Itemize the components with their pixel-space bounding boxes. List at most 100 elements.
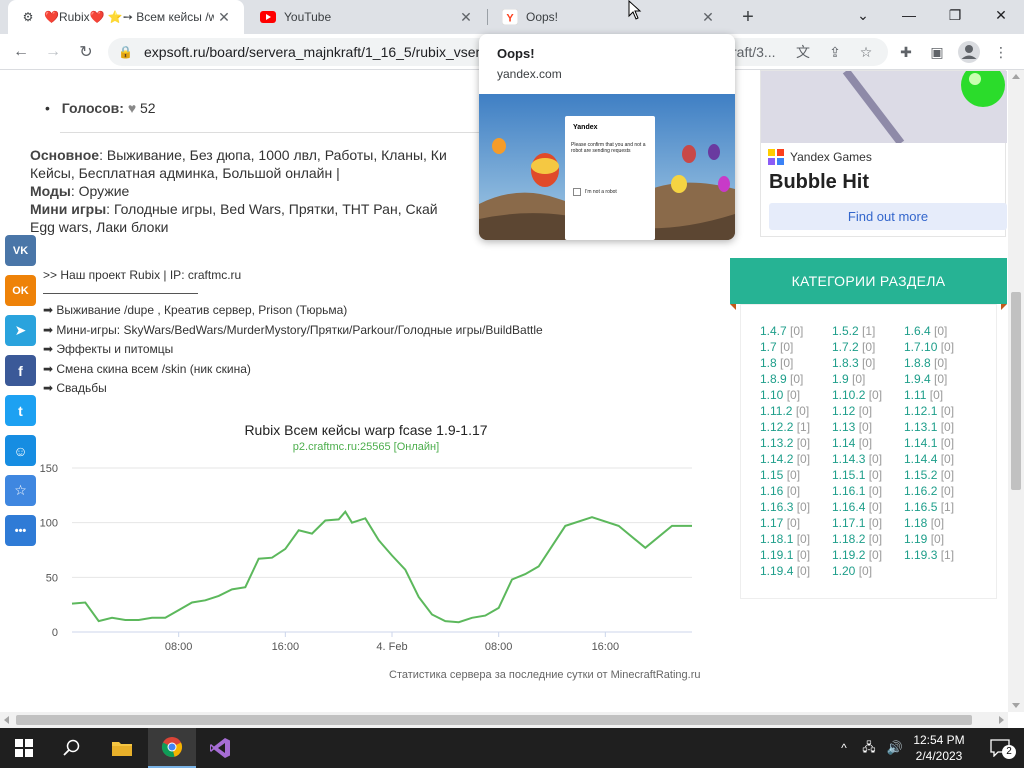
category-version[interactable]: 1.8.3 <box>832 356 859 370</box>
category-item[interactable]: 1.12.2 [1] <box>760 420 810 434</box>
category-item[interactable]: 1.18 [0] <box>904 516 944 530</box>
side-panel-icon[interactable]: ▣ <box>924 39 950 65</box>
bookmark-star-icon[interactable]: ☆ <box>853 39 879 65</box>
category-item[interactable]: 1.14 [0] <box>832 436 872 450</box>
category-item[interactable]: 1.14.3 [0] <box>832 452 882 466</box>
category-item[interactable]: 1.19.1 [0] <box>760 548 810 562</box>
category-version[interactable]: 1.16.4 <box>832 500 865 514</box>
category-item[interactable]: 1.8.8 [0] <box>904 356 947 370</box>
category-version[interactable]: 1.10.2 <box>832 388 865 402</box>
category-version[interactable]: 1.19.2 <box>832 548 865 562</box>
category-version[interactable]: 1.7.10 <box>904 340 937 354</box>
category-item[interactable]: 1.9.4 [0] <box>904 372 947 386</box>
chrome-taskbar-icon[interactable] <box>148 728 196 768</box>
category-item[interactable]: 1.16.3 [0] <box>760 500 810 514</box>
category-version[interactable]: 1.15 <box>760 468 783 482</box>
category-version[interactable]: 1.14 <box>832 436 855 450</box>
tab-search-icon[interactable]: ⌄ <box>840 0 886 30</box>
category-item[interactable]: 1.18.1 [0] <box>760 532 810 546</box>
category-version[interactable]: 1.20 <box>832 564 855 578</box>
category-item[interactable]: 1.12 [0] <box>832 404 872 418</box>
category-version[interactable]: 1.17 <box>760 516 783 530</box>
category-version[interactable]: 1.10 <box>760 388 783 402</box>
category-version[interactable]: 1.4.7 <box>760 324 787 338</box>
clock[interactable]: 12:54 PM 2/4/2023 <box>910 732 968 764</box>
category-item[interactable]: 1.14.4 [0] <box>904 452 954 466</box>
category-item[interactable]: 1.19.3 [1] <box>904 548 954 562</box>
category-item[interactable]: 1.7.2 [0] <box>832 340 875 354</box>
horizontal-scrollbar[interactable] <box>0 712 1008 728</box>
category-version[interactable]: 1.16.3 <box>760 500 793 514</box>
ad-card[interactable]: Yandex Games Bubble Hit Find out more <box>760 70 1007 237</box>
category-item[interactable]: 1.14.1 [0] <box>904 436 954 450</box>
category-item[interactable]: 1.13.2 [0] <box>760 436 810 450</box>
category-version[interactable]: 1.19 <box>904 532 927 546</box>
category-version[interactable]: 1.12.2 <box>760 420 793 434</box>
category-item[interactable]: 1.4.7 [0] <box>760 324 803 338</box>
category-version[interactable]: 1.19.4 <box>760 564 793 578</box>
windows-start-icon[interactable] <box>0 728 48 768</box>
back-icon[interactable]: ← <box>8 39 34 65</box>
category-item[interactable]: 1.17 [0] <box>760 516 800 530</box>
file-explorer-icon[interactable] <box>98 728 146 768</box>
share-icon[interactable]: ⇪ <box>822 39 848 65</box>
visual-studio-icon[interactable] <box>196 728 244 768</box>
network-icon[interactable]: 🖧 <box>856 728 882 768</box>
scroll-up-icon[interactable] <box>1012 74 1020 79</box>
category-version[interactable]: 1.7 <box>760 340 777 354</box>
forward-icon[interactable]: → <box>40 39 66 65</box>
category-item[interactable]: 1.19.4 [0] <box>760 564 810 578</box>
scroll-left-icon[interactable] <box>4 716 9 724</box>
category-version[interactable]: 1.19.1 <box>760 548 793 562</box>
category-version[interactable]: 1.14.4 <box>904 452 937 466</box>
scroll-down-icon[interactable] <box>1012 703 1020 708</box>
category-item[interactable]: 1.15.2 [0] <box>904 468 954 482</box>
category-version[interactable]: 1.18 <box>904 516 927 530</box>
vertical-scroll-thumb[interactable] <box>1011 292 1021 490</box>
category-item[interactable]: 1.5.2 [1] <box>832 324 875 338</box>
category-item[interactable]: 1.14.2 [0] <box>760 452 810 466</box>
category-version[interactable]: 1.18.2 <box>832 532 865 546</box>
category-version[interactable]: 1.16.5 <box>904 500 937 514</box>
restore-button[interactable]: ❐ <box>932 0 978 30</box>
reload-icon[interactable]: ↻ <box>73 39 99 65</box>
category-item[interactable]: 1.11.2 [0] <box>760 404 809 418</box>
tab-youtube[interactable]: YouTube ✕ <box>248 0 486 34</box>
category-item[interactable]: 1.8 [0] <box>760 356 793 370</box>
profile-avatar-icon[interactable] <box>956 39 982 65</box>
category-item[interactable]: 1.16.1 [0] <box>832 484 882 498</box>
category-version[interactable]: 1.14.2 <box>760 452 793 466</box>
show-hidden-icons-icon[interactable]: ^ <box>832 728 856 768</box>
category-version[interactable]: 1.13 <box>832 420 855 434</box>
category-version[interactable]: 1.8 <box>760 356 777 370</box>
category-version[interactable]: 1.17.1 <box>832 516 865 530</box>
category-version[interactable]: 1.7.2 <box>832 340 859 354</box>
minimize-button[interactable]: — <box>886 0 932 30</box>
category-item[interactable]: 1.19.2 [0] <box>832 548 882 562</box>
category-item[interactable]: 1.19 [0] <box>904 532 944 546</box>
category-version[interactable]: 1.9.4 <box>904 372 931 386</box>
category-version[interactable]: 1.9 <box>832 372 849 386</box>
category-item[interactable]: 1.16.5 [1] <box>904 500 954 514</box>
vertical-scrollbar[interactable] <box>1008 70 1024 712</box>
category-item[interactable]: 1.17.1 [0] <box>832 516 882 530</box>
menu-kebab-icon[interactable]: ⋮ <box>988 39 1014 65</box>
scroll-right-icon[interactable] <box>999 716 1004 724</box>
category-item[interactable]: 1.15.1 [0] <box>832 468 882 482</box>
category-item[interactable]: 1.11 [0] <box>904 388 943 402</box>
category-version[interactable]: 1.8.9 <box>760 372 787 386</box>
category-version[interactable]: 1.15.2 <box>904 468 937 482</box>
telegram-share-button[interactable]: ➤ <box>5 315 36 346</box>
category-item[interactable]: 1.10.2 [0] <box>832 388 882 402</box>
tab-oops[interactable]: Y Oops! ✕ <box>490 0 728 34</box>
category-item[interactable]: 1.16.4 [0] <box>832 500 882 514</box>
category-version[interactable]: 1.19.3 <box>904 548 937 562</box>
category-item[interactable]: 1.18.2 [0] <box>832 532 882 546</box>
close-icon[interactable]: ✕ <box>456 7 476 27</box>
category-version[interactable]: 1.12.1 <box>904 404 937 418</box>
category-version[interactable]: 1.16.1 <box>832 484 865 498</box>
lock-icon[interactable]: 🔒 <box>118 45 134 59</box>
search-icon[interactable] <box>48 728 96 768</box>
close-icon[interactable]: ✕ <box>214 7 234 27</box>
category-version[interactable]: 1.16 <box>760 484 783 498</box>
